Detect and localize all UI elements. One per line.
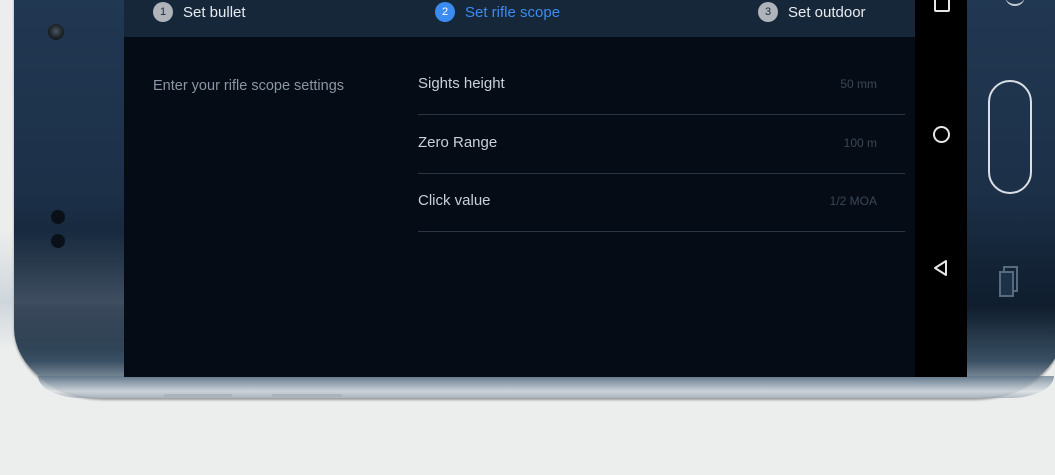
volume-button: [164, 394, 232, 397]
step-set-outdoor[interactable]: 3 Set outdoor: [758, 0, 866, 24]
hardware-recent-key-icon[interactable]: [998, 265, 1020, 304]
setup-stepper: 1 Set bullet 2 Set rifle scope 3 Set out…: [124, 0, 915, 37]
field-value: 100 m: [843, 136, 877, 150]
step-label: Set outdoor: [788, 3, 866, 21]
step-number-badge: 2: [435, 2, 455, 22]
front-camera-icon: [48, 24, 64, 40]
step-label: Set bullet: [183, 3, 246, 21]
field-label: Click value: [418, 192, 491, 209]
step-number-badge: 1: [153, 2, 173, 22]
recent-apps-icon[interactable]: [934, 0, 950, 12]
zero-range-field[interactable]: Zero Range 100 m: [418, 115, 905, 174]
back-icon[interactable]: [932, 259, 950, 282]
step-set-bullet[interactable]: 1 Set bullet: [153, 0, 246, 24]
sensor-icon: [51, 234, 65, 248]
step-number-badge: 3: [758, 2, 778, 22]
hardware-home-key[interactable]: [988, 80, 1032, 194]
system-nav-bar: [915, 0, 967, 377]
sensor-icon: [51, 210, 65, 224]
step-set-rifle-scope[interactable]: 2 Set rifle scope: [435, 0, 560, 24]
section-description: Enter your rifle scope settings: [153, 78, 345, 94]
phone-edge-highlight: [0, 230, 125, 350]
power-button: [272, 394, 342, 397]
field-label: Sights height: [418, 75, 505, 92]
field-label: Zero Range: [418, 134, 498, 151]
home-icon[interactable]: [933, 126, 950, 143]
field-value: 1/2 MOA: [829, 194, 877, 208]
app-screen: 1 Set bullet 2 Set rifle scope 3 Set out…: [124, 0, 915, 377]
sights-height-field[interactable]: Sights height 50 mm: [418, 56, 905, 115]
step-label: Set rifle scope: [465, 3, 561, 21]
field-value: 50 mm: [840, 77, 877, 91]
click-value-field[interactable]: Click value 1/2 MOA: [418, 173, 905, 232]
